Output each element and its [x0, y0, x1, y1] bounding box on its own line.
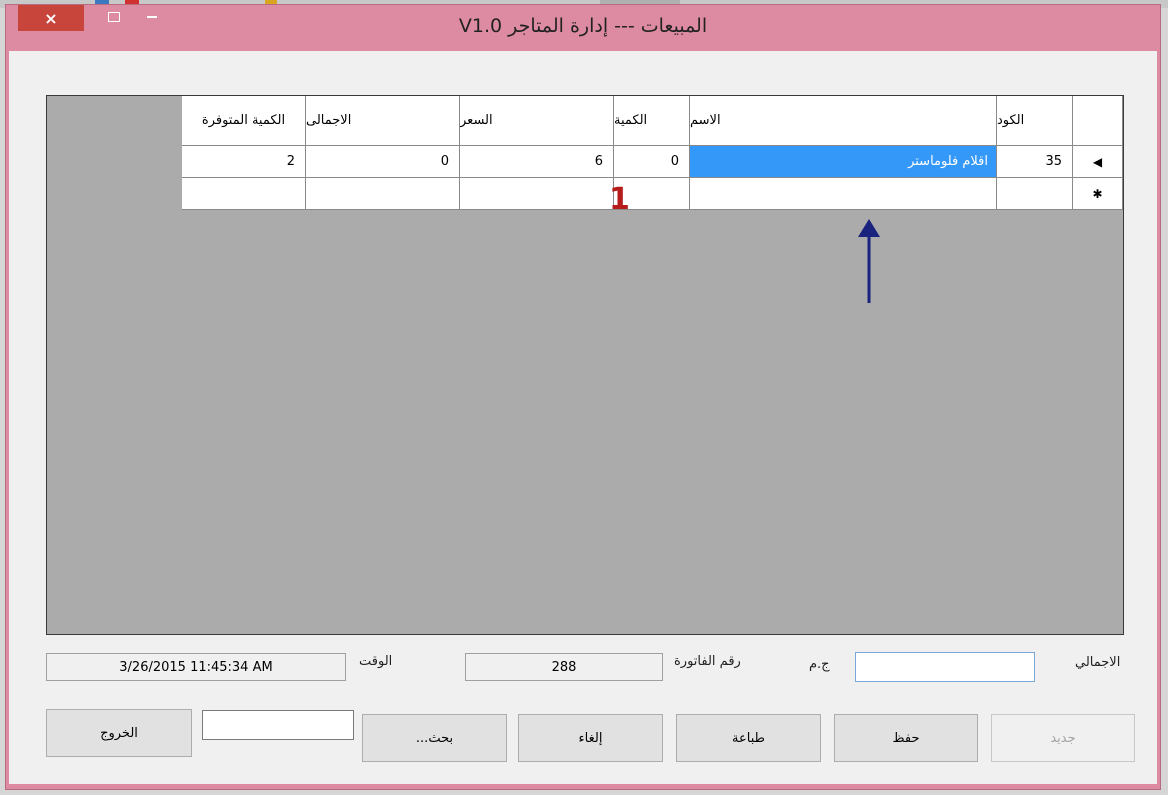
new-cell-code[interactable] — [997, 178, 1073, 210]
cell-total[interactable]: 0 — [306, 146, 460, 178]
cell-available[interactable]: 2 — [182, 146, 306, 178]
cell-quantity[interactable]: 0 — [614, 146, 690, 178]
column-header-quantity[interactable]: الكمية — [614, 96, 690, 146]
annotation-arrow-icon — [858, 219, 880, 303]
row-indicator-icon[interactable]: ◀ — [1073, 146, 1123, 178]
new-cell-price[interactable] — [460, 178, 614, 210]
new-row[interactable]: ✱ — [182, 178, 1123, 210]
new-cell-name[interactable] — [690, 178, 997, 210]
cancel-button[interactable]: إلغاء — [518, 714, 663, 762]
invoice-number-field: 288 — [465, 653, 663, 681]
title-bar[interactable]: × المبيعات --- إدارة المتاجر V1.0 — [6, 5, 1160, 51]
header-corner — [1073, 96, 1123, 146]
column-header-price[interactable]: السعر — [460, 96, 614, 146]
exit-button[interactable]: الخروج — [46, 709, 192, 757]
search-input[interactable] — [202, 710, 354, 740]
invoice-number-label: رقم الفاتورة — [674, 654, 741, 669]
annotation-number: 1 — [609, 182, 630, 217]
new-cell-total[interactable] — [306, 178, 460, 210]
column-header-available[interactable]: الكمية المتوفرة — [182, 96, 306, 146]
cell-code[interactable]: 35 — [997, 146, 1073, 178]
total-input[interactable] — [855, 652, 1035, 682]
column-header-total[interactable]: الاجمالى — [306, 96, 460, 146]
sales-window: × المبيعات --- إدارة المتاجر V1.0 الكود … — [5, 4, 1161, 790]
save-button[interactable]: حفظ — [834, 714, 978, 762]
new-button[interactable]: جديد — [991, 714, 1135, 762]
currency-label: ج.م — [809, 657, 830, 672]
table-row[interactable]: ◀ 35 اقلام فلوماستر 0 6 0 2 — [182, 146, 1123, 178]
time-field: 3/26/2015 11:45:34 AM — [46, 653, 346, 681]
cell-price[interactable]: 6 — [460, 146, 614, 178]
new-cell-available[interactable] — [182, 178, 306, 210]
column-header-name[interactable]: الاسم — [690, 96, 997, 146]
print-button[interactable]: طباعة — [676, 714, 821, 762]
search-button[interactable]: بحث... — [362, 714, 507, 762]
time-label: الوقت — [359, 654, 393, 669]
window-title: المبيعات --- إدارة المتاجر V1.0 — [458, 15, 708, 37]
client-area: الكود الاسم الكمية السعر الاجمالى الكمية… — [9, 51, 1157, 784]
column-header-code[interactable]: الكود — [997, 96, 1073, 146]
sales-grid[interactable]: الكود الاسم الكمية السعر الاجمالى الكمية… — [46, 95, 1124, 635]
total-label: الاجمالي — [1075, 655, 1121, 670]
new-row-icon[interactable]: ✱ — [1073, 178, 1123, 210]
grid-header-row: الكود الاسم الكمية السعر الاجمالى الكمية… — [182, 96, 1123, 146]
cell-name[interactable]: اقلام فلوماستر — [690, 146, 997, 178]
